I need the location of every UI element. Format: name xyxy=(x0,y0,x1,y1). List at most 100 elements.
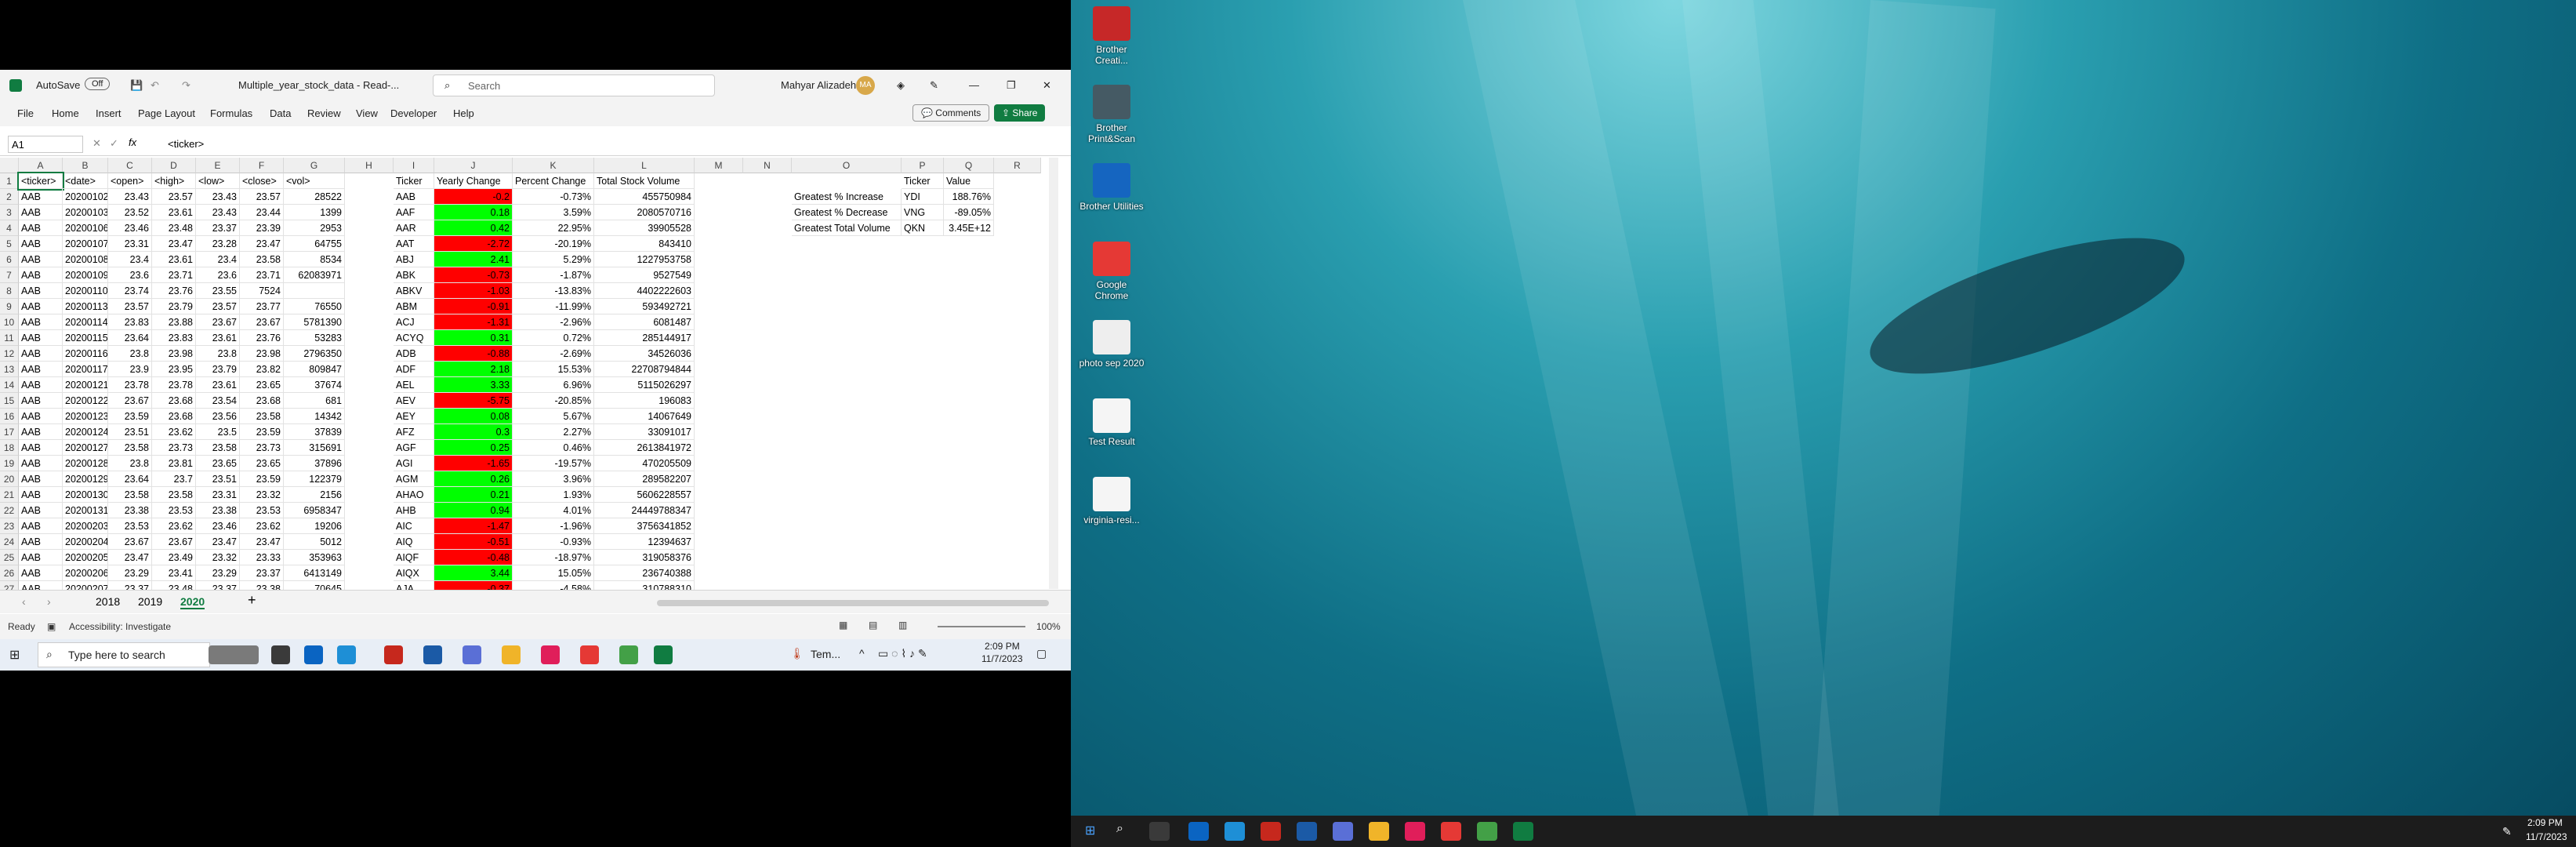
cell[interactable]: 23.78 xyxy=(108,377,152,393)
row-header[interactable]: 3 xyxy=(0,205,19,220)
cell[interactable]: 23.9 xyxy=(108,362,152,377)
cell[interactable]: 23.83 xyxy=(108,314,152,330)
cell[interactable]: 23.43 xyxy=(196,205,240,220)
cell[interactable]: -0.93% xyxy=(513,534,594,550)
column-header[interactable]: N xyxy=(743,158,792,173)
cell[interactable]: 23.57 xyxy=(240,189,284,205)
cell[interactable]: AAB xyxy=(19,330,63,346)
cell[interactable]: 20200107 xyxy=(63,236,108,252)
desktop-icon[interactable]: virginia-resi... xyxy=(1079,477,1145,525)
cell[interactable]: 64755 xyxy=(284,236,345,252)
yearly-change-cell[interactable]: -5.75 xyxy=(434,393,513,409)
cell[interactable]: 5115026297 xyxy=(594,377,695,393)
app2-icon[interactable] xyxy=(463,645,481,664)
cell[interactable]: 1399 xyxy=(284,205,345,220)
cell[interactable]: 20200206 xyxy=(63,565,108,581)
row-header[interactable]: 21 xyxy=(0,487,19,503)
cell[interactable]: 23.6 xyxy=(108,267,152,283)
cell[interactable]: 3.96% xyxy=(513,471,594,487)
greatest-value[interactable]: -89.05% xyxy=(944,205,994,220)
horizontal-scrollbar[interactable] xyxy=(657,600,1049,606)
cell[interactable]: AAB xyxy=(19,534,63,550)
zoom-level[interactable]: 100% xyxy=(1036,621,1061,632)
cell[interactable]: ABK xyxy=(394,267,434,283)
cell[interactable]: 5.29% xyxy=(513,252,594,267)
store-icon[interactable] xyxy=(1297,822,1317,841)
row-header[interactable]: 25 xyxy=(0,550,19,565)
cell[interactable]: -0.73% xyxy=(513,189,594,205)
yearly-change-cell[interactable]: 3.33 xyxy=(434,377,513,393)
row-header[interactable]: 6 xyxy=(0,252,19,267)
edge-icon[interactable] xyxy=(337,645,356,664)
cell[interactable]: ABKV xyxy=(394,283,434,299)
start-icon[interactable]: ⊞ xyxy=(1085,823,1095,838)
cell[interactable]: 23.61 xyxy=(196,330,240,346)
cell[interactable]: 23.8 xyxy=(196,346,240,362)
cell[interactable]: 23.49 xyxy=(152,550,196,565)
cell[interactable]: 23.47 xyxy=(240,534,284,550)
cell[interactable]: AAR xyxy=(394,220,434,236)
cell[interactable]: AEL xyxy=(394,377,434,393)
cell[interactable]: 20200110 xyxy=(63,283,108,299)
yearly-change-cell[interactable]: 0.3 xyxy=(434,424,513,440)
cell[interactable]: 53283 xyxy=(284,330,345,346)
cell[interactable]: 2796350 xyxy=(284,346,345,362)
cell[interactable]: AIQF xyxy=(394,550,434,565)
cell[interactable]: 20200131 xyxy=(63,503,108,518)
cell[interactable]: 22708794844 xyxy=(594,362,695,377)
row-header[interactable]: 12 xyxy=(0,346,19,362)
cell[interactable]: 23.61 xyxy=(152,205,196,220)
cell[interactable]: AAB xyxy=(19,220,63,236)
cell[interactable]: AAF xyxy=(394,205,434,220)
cell[interactable]: AIC xyxy=(394,518,434,534)
row-header[interactable]: 17 xyxy=(0,424,19,440)
cell[interactable]: 23.58 xyxy=(152,487,196,503)
cell[interactable]: 23.58 xyxy=(240,409,284,424)
cell[interactable]: 289582207 xyxy=(594,471,695,487)
search-highlight-icon[interactable] xyxy=(209,645,259,664)
column-header[interactable]: K xyxy=(513,158,594,173)
cell[interactable]: 5012 xyxy=(284,534,345,550)
share-button[interactable]: ⇪ Share xyxy=(994,104,1046,122)
cell[interactable]: 593492721 xyxy=(594,299,695,314)
yearly-change-cell[interactable]: 0.08 xyxy=(434,409,513,424)
cell[interactable]: 23.74 xyxy=(108,283,152,299)
cell[interactable]: <date> xyxy=(63,173,108,189)
cell[interactable]: 2.27% xyxy=(513,424,594,440)
cell[interactable]: 23.68 xyxy=(152,409,196,424)
cell[interactable]: 28522 xyxy=(284,189,345,205)
cell[interactable]: -20.19% xyxy=(513,236,594,252)
cell[interactable]: 23.53 xyxy=(240,503,284,518)
start-icon[interactable]: ⊞ xyxy=(9,647,20,663)
cell[interactable]: 23.65 xyxy=(240,456,284,471)
cell[interactable]: 23.62 xyxy=(152,424,196,440)
cell[interactable]: ABJ xyxy=(394,252,434,267)
app3-icon[interactable] xyxy=(619,645,638,664)
yearly-change-cell[interactable]: -0.73 xyxy=(434,267,513,283)
cell[interactable]: AAB xyxy=(19,440,63,456)
cell[interactable]: 23.4 xyxy=(108,252,152,267)
yearly-change-cell[interactable]: -0.2 xyxy=(434,189,513,205)
cell[interactable]: ABM xyxy=(394,299,434,314)
cell[interactable]: AAB xyxy=(19,346,63,362)
cell[interactable]: 23.71 xyxy=(240,267,284,283)
column-header[interactable]: C xyxy=(108,158,152,173)
cell[interactable]: 20200129 xyxy=(63,471,108,487)
cell[interactable]: ACJ xyxy=(394,314,434,330)
row-header[interactable]: 9 xyxy=(0,299,19,314)
cell[interactable]: 4.01% xyxy=(513,503,594,518)
cell[interactable]: 843410 xyxy=(594,236,695,252)
column-header[interactable]: O xyxy=(792,158,902,173)
cell[interactable]: 23.31 xyxy=(196,487,240,503)
cell[interactable]: AAB xyxy=(19,236,63,252)
cell[interactable]: 23.57 xyxy=(108,299,152,314)
cell[interactable]: 15.53% xyxy=(513,362,594,377)
function-icon[interactable]: fx xyxy=(129,136,136,148)
cell[interactable]: AAT xyxy=(394,236,434,252)
row-header[interactable]: 19 xyxy=(0,456,19,471)
cell[interactable]: 455750984 xyxy=(594,189,695,205)
cell[interactable]: 76550 xyxy=(284,299,345,314)
row-header[interactable]: 26 xyxy=(0,565,19,581)
cell[interactable]: AAB xyxy=(19,471,63,487)
spreadsheet-grid[interactable]: A B C D E F G H I J K L M N O P Q R 1 2 3 4 5 6 7 8 9 10 11 12 13 14 15 1… xyxy=(0,158,1058,597)
